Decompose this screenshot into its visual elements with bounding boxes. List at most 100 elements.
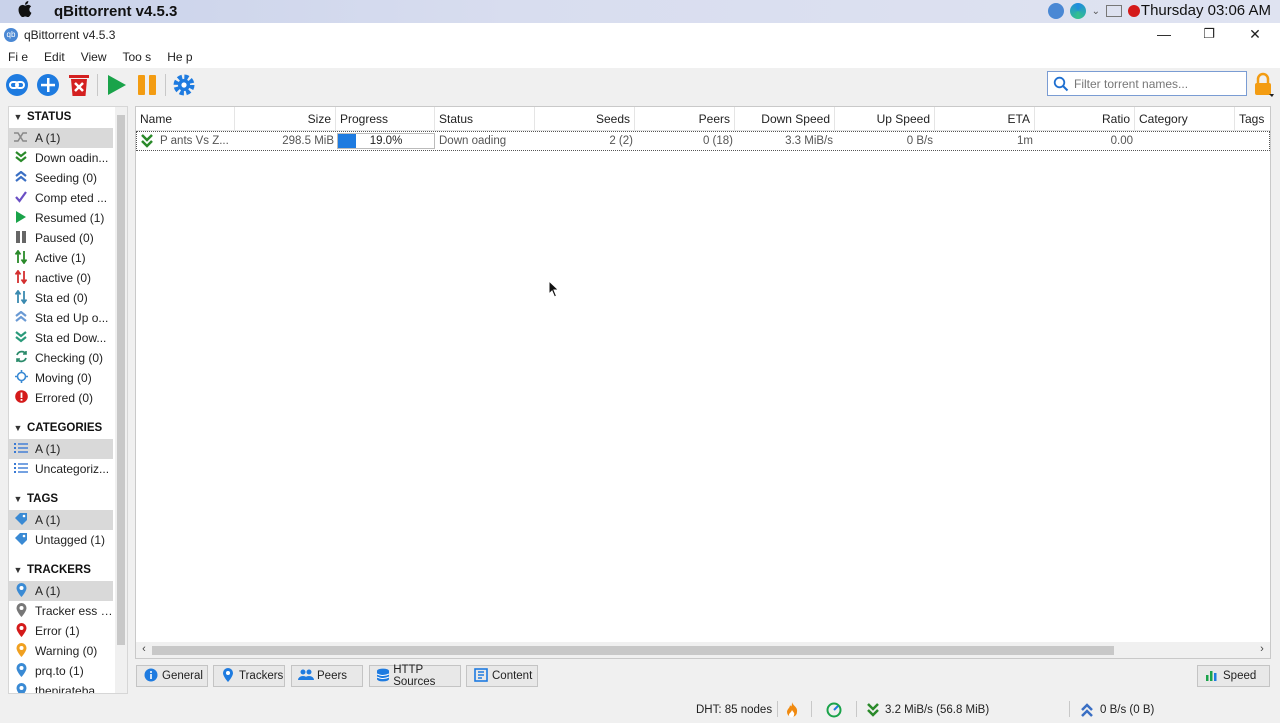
- column-header-up-speed[interactable]: Up Speed: [835, 107, 935, 131]
- category-filter-item[interactable]: A (1): [9, 439, 113, 459]
- close-button[interactable]: ✕: [1232, 23, 1278, 46]
- tracker-filter-item[interactable]: Warning (0): [9, 641, 113, 661]
- search-input[interactable]: Filter torrent names...: [1047, 71, 1247, 96]
- tab-peers[interactable]: Peers: [291, 665, 363, 687]
- display-icon[interactable]: [1106, 5, 1122, 17]
- column-header-peers[interactable]: Peers: [635, 107, 735, 131]
- torrent-ratio: 0.00: [1110, 135, 1133, 147]
- categories-section-header[interactable]: ▼ CATEGORIES: [9, 418, 115, 438]
- connection-status-icon[interactable]: [826, 702, 842, 718]
- resume-button[interactable]: [103, 72, 129, 98]
- column-header-tags[interactable]: Tags: [1235, 107, 1271, 131]
- upload-speed-icon: [1080, 702, 1094, 718]
- upload-speed[interactable]: 0 B/s (0 B): [1100, 702, 1154, 718]
- trackers-section-header[interactable]: ▼ TRACKERS: [9, 560, 115, 580]
- chevron-down-icon: ▼: [13, 494, 23, 504]
- apple-icon[interactable]: [18, 1, 38, 22]
- os-app-title: qBittorrent v4.5.3: [54, 3, 178, 20]
- tracker-filter-item[interactable]: Tracker ess (0): [9, 601, 113, 621]
- column-header-name[interactable]: Name: [136, 107, 235, 131]
- scrollbar-thumb[interactable]: [152, 646, 1114, 655]
- torrent-down-speed: 3.3 MiB/s: [785, 135, 833, 147]
- column-header-down-speed[interactable]: Down Speed: [735, 107, 835, 131]
- add-torrent-button[interactable]: [35, 72, 61, 98]
- sidebar-scrollbar[interactable]: [115, 107, 127, 693]
- column-header-category[interactable]: Category: [1135, 107, 1235, 131]
- lock-icon[interactable]: [1252, 72, 1274, 98]
- list-icon: [11, 442, 31, 457]
- menu-view[interactable]: View: [81, 50, 107, 64]
- tracker-filter-item[interactable]: A (1): [9, 581, 113, 601]
- minimize-button[interactable]: —: [1141, 23, 1187, 46]
- menu-file[interactable]: Fi e: [8, 50, 28, 64]
- status-filter-item[interactable]: Checking (0): [9, 348, 113, 368]
- play-icon: [108, 75, 126, 95]
- status-filter-item[interactable]: Resumed (1): [9, 208, 113, 228]
- chevron-down-icon[interactable]: ⌄: [1092, 6, 1100, 17]
- status-filter-item[interactable]: Sta ed (0): [9, 288, 113, 308]
- tag-filter-item[interactable]: Untagged (1): [9, 530, 113, 550]
- pin-icon: [11, 602, 31, 620]
- mouse-cursor-icon: [548, 279, 560, 298]
- tag-filter-item[interactable]: A (1): [9, 510, 113, 530]
- status-section-header[interactable]: ▼ STATUS: [9, 107, 115, 127]
- tag-icon: [11, 512, 31, 529]
- mute-icon[interactable]: [1128, 5, 1140, 17]
- status-filter-label: Moving (0): [35, 371, 92, 385]
- status-filter-item[interactable]: Sta ed Up o...: [9, 308, 113, 328]
- scroll-left-icon[interactable]: ‹: [137, 643, 151, 655]
- downloading-icon: [140, 133, 154, 149]
- speed-button[interactable]: Speed: [1197, 665, 1270, 687]
- pause-button[interactable]: [134, 72, 160, 98]
- filter-sidebar: ▼ STATUS A (1) Down oadin... Seeding (0) Com…: [8, 106, 128, 694]
- pause-icon: [11, 230, 31, 246]
- fire-icon[interactable]: [786, 702, 798, 718]
- scroll-right-icon[interactable]: ›: [1255, 643, 1269, 655]
- updown-icon: [11, 248, 31, 267]
- tracker-filter-label: prq.to (1): [35, 664, 84, 678]
- status-filter-item[interactable]: Moving (0): [9, 368, 113, 388]
- status-filter-item[interactable]: Comp eted ...: [9, 188, 113, 208]
- maximize-button[interactable]: ❐: [1186, 23, 1232, 46]
- tracker-filter-item[interactable]: prq.to (1): [9, 661, 113, 681]
- status-filter-item[interactable]: Down oadin...: [9, 148, 113, 168]
- tab-trackers[interactable]: Trackers: [213, 665, 285, 687]
- double-chevron-down-icon: [11, 330, 31, 346]
- status-filter-label: Resumed (1): [35, 211, 105, 225]
- horizontal-scrollbar[interactable]: ‹ ›: [136, 642, 1270, 658]
- pin-icon: [11, 682, 31, 693]
- status-filter-item[interactable]: Active (1): [9, 248, 113, 268]
- status-filter-item[interactable]: Sta ed Dow...: [9, 328, 113, 348]
- chevron-down-icon: ▼: [13, 423, 23, 433]
- menu-tools[interactable]: Too s: [123, 50, 152, 64]
- options-button[interactable]: [171, 72, 197, 98]
- column-header-eta[interactable]: ETA: [935, 107, 1035, 131]
- tags-section-header[interactable]: ▼ TAGS: [9, 489, 115, 509]
- tracker-filter-item[interactable]: thepirateba...: [9, 681, 113, 693]
- add-link-button[interactable]: [4, 72, 30, 98]
- column-header-status[interactable]: Status: [435, 107, 535, 131]
- edge-icon[interactable]: [1069, 3, 1086, 19]
- column-header-size[interactable]: Size: [235, 107, 336, 131]
- tab-general[interactable]: General: [136, 665, 208, 687]
- download-speed[interactable]: 3.2 MiB/s (56.8 MiB): [885, 702, 989, 718]
- column-header-seeds[interactable]: Seeds: [535, 107, 635, 131]
- status-filter-item[interactable]: Seeding (0): [9, 168, 113, 188]
- status-filter-item[interactable]: A (1): [9, 128, 113, 148]
- tab-content[interactable]: Content: [466, 665, 538, 687]
- qbittorrent-tray-icon[interactable]: [1047, 3, 1064, 19]
- menu-edit[interactable]: Edit: [44, 50, 65, 64]
- pin-icon: [11, 662, 31, 680]
- table-row[interactable]: P ants Vs Z... 298.5 MiB 19.0% Down oadi…: [136, 131, 1270, 151]
- status-filter-item[interactable]: Errored (0): [9, 388, 113, 408]
- menu-help[interactable]: He p: [167, 50, 192, 64]
- status-filter-item[interactable]: Paused (0): [9, 228, 113, 248]
- status-filter-item[interactable]: nactive (0): [9, 268, 113, 288]
- column-header-progress[interactable]: Progress: [336, 107, 435, 131]
- category-filter-item[interactable]: Uncategoriz...: [9, 459, 113, 479]
- delete-torrent-button[interactable]: [66, 72, 92, 98]
- tracker-filter-item[interactable]: Error (1): [9, 621, 113, 641]
- tab-http-sources[interactable]: HTTP Sources: [369, 664, 461, 688]
- server-icon: [376, 668, 390, 685]
- column-header-ratio[interactable]: Ratio: [1035, 107, 1135, 131]
